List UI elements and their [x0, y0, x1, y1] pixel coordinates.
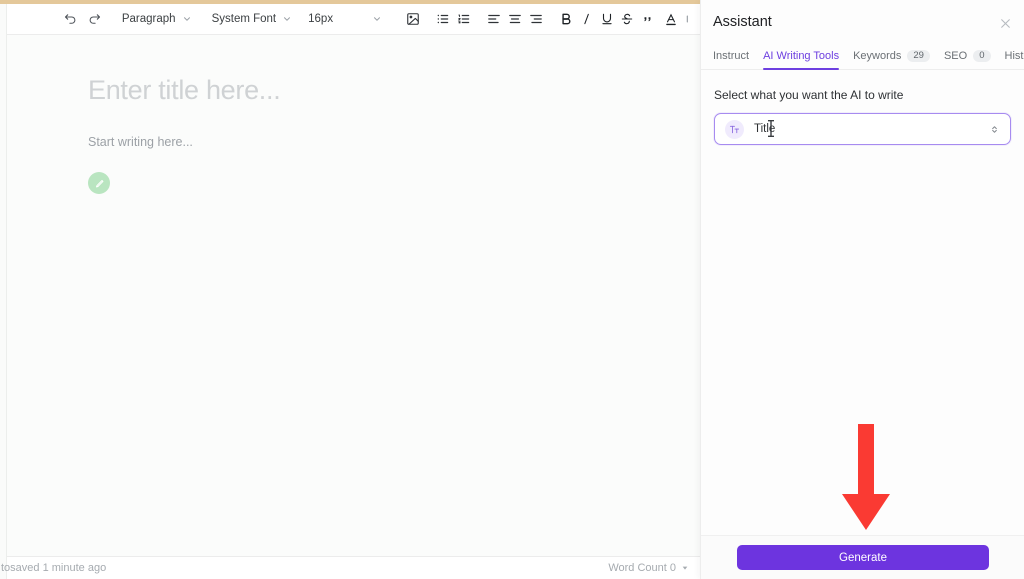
editor-status-bar: tosaved 1 minute ago Word Count 0: [1, 556, 700, 579]
align-right-icon[interactable]: [526, 7, 547, 31]
italic-icon[interactable]: [576, 7, 596, 31]
assistant-tabs: Instruct AI Writing Tools Keywords 29 SE…: [701, 44, 1024, 70]
tab-seo[interactable]: SEO 0: [943, 49, 991, 70]
editor-page: Paragraph System Font 16px Enter title h…: [1, 4, 700, 579]
align-left-icon[interactable]: [484, 7, 505, 31]
assistant-panel-footer: Generate: [701, 535, 1024, 579]
tab-keywords[interactable]: Keywords 29: [853, 49, 930, 70]
chevron-down-icon: [372, 14, 390, 24]
tab-history[interactable]: History: [1005, 50, 1024, 69]
image-icon[interactable]: [399, 7, 427, 31]
assistant-panel-body: Select what you want the AI to write Tit…: [701, 70, 1024, 145]
font-family-value: System Font: [211, 13, 277, 25]
tab-instruct[interactable]: Instruct: [713, 50, 749, 69]
app-root: Paragraph System Font 16px Enter title h…: [0, 0, 1024, 579]
select-instruction-label: Select what you want the AI to write: [714, 88, 904, 102]
tab-label: SEO: [943, 49, 968, 62]
chevron-down-icon: [282, 14, 302, 24]
align-center-icon[interactable]: [505, 7, 526, 31]
undo-icon[interactable]: [59, 7, 83, 31]
ai-writing-type-select[interactable]: Title: [714, 113, 1011, 145]
ai-writing-type-value: Title: [754, 123, 776, 135]
blockquote-icon[interactable]: [637, 7, 659, 31]
block-format-value: Paragraph: [121, 13, 176, 25]
bulleted-list-icon[interactable]: [432, 7, 453, 31]
caret-down-icon: [681, 564, 689, 572]
block-format-select[interactable]: Paragraph: [116, 7, 206, 31]
word-count-control[interactable]: Word Count 0: [608, 562, 689, 574]
tab-label: Keywords: [853, 49, 902, 62]
tab-label: History: [1004, 50, 1024, 62]
font-family-select[interactable]: System Font: [206, 7, 303, 31]
underline-icon[interactable]: [596, 7, 616, 31]
redo-icon[interactable]: [83, 7, 107, 31]
tab-ai-writing-tools[interactable]: AI Writing Tools: [763, 50, 840, 70]
font-size-select[interactable]: 16px: [302, 7, 390, 31]
chevron-up-down-icon: [989, 123, 1000, 136]
tab-badge-keywords: 29: [907, 49, 930, 62]
word-count-label: Word Count 0: [608, 562, 676, 574]
more-options-icon[interactable]: [683, 7, 700, 31]
document-body: Enter title here... Start writing here..…: [7, 35, 700, 560]
tab-badge-seo: 0: [973, 49, 991, 62]
close-icon[interactable]: [994, 12, 1016, 34]
font-size-value: 16px: [308, 13, 334, 25]
editor-toolbar: Paragraph System Font 16px: [7, 4, 700, 35]
document-title-input[interactable]: Enter title here...: [88, 77, 700, 104]
editor-region: Paragraph System Font 16px Enter title h…: [0, 4, 700, 579]
document-content-input[interactable]: Start writing here...: [88, 134, 700, 150]
generate-button[interactable]: Generate: [737, 545, 989, 570]
tab-label: AI Writing Tools: [763, 50, 840, 62]
tab-label: Instruct: [713, 50, 750, 62]
autosave-status: tosaved 1 minute ago: [1, 562, 107, 574]
chevron-down-icon: [182, 14, 206, 24]
assistant-panel: Assistant Instruct AI Writing Tools Keyw…: [700, 0, 1024, 579]
numbered-list-icon[interactable]: [453, 7, 474, 31]
panel-title: Assistant: [713, 14, 772, 30]
bold-icon[interactable]: [556, 7, 576, 31]
strikethrough-icon[interactable]: [617, 7, 637, 31]
pencil-icon[interactable]: [88, 172, 110, 195]
text-color-icon[interactable]: [659, 7, 683, 31]
assistant-panel-header: Assistant: [701, 0, 1024, 44]
text-format-icon: [725, 119, 744, 139]
